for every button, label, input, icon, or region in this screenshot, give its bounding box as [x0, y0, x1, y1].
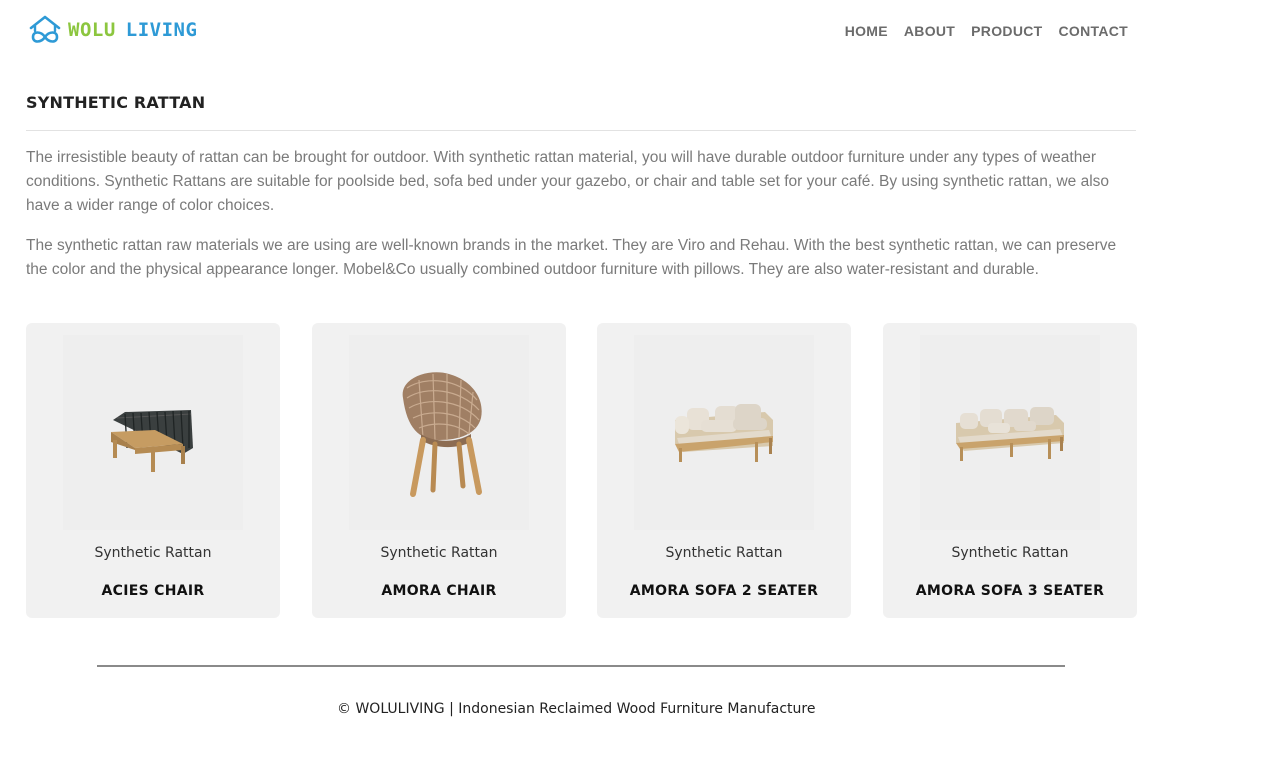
product-image[interactable]: [63, 335, 243, 530]
logo-word-wolu: WOLU: [68, 19, 116, 41]
site-header: WOLU LIVING HOME ABOUT PRODUCT CONTACT: [0, 0, 1287, 66]
nav-contact[interactable]: CONTACT: [1059, 23, 1129, 39]
nav-about[interactable]: ABOUT: [904, 23, 955, 39]
product-name[interactable]: AMORA SOFA 2 SEATER: [597, 583, 851, 599]
product-grid: Synthetic Rattan ACIES CHAIR Synthetic R…: [26, 323, 1137, 618]
intro-paragraph: The irresistible beauty of rattan can be…: [26, 149, 1110, 214]
black-rattan-chair-image: [111, 409, 193, 472]
product-name[interactable]: ACIES CHAIR: [26, 583, 280, 599]
two-seater-sofa-image: [675, 403, 773, 462]
page-title: SYNTHETIC RATTAN: [26, 93, 206, 112]
product-card-amora-sofa-3-seater[interactable]: Synthetic Rattan AMORA SOFA 3 SEATER: [883, 323, 1137, 618]
product-image[interactable]: [920, 335, 1100, 530]
brown-rattan-chair-image: [402, 371, 482, 497]
three-seater-sofa-image: [956, 406, 1064, 461]
main-nav: HOME ABOUT PRODUCT CONTACT: [845, 23, 1128, 39]
product-card-amora-chair[interactable]: Synthetic Rattan AMORA CHAIR: [312, 323, 566, 618]
footer-divider: [97, 665, 1065, 667]
product-image[interactable]: [634, 335, 814, 530]
product-category: Synthetic Rattan: [665, 545, 783, 561]
nav-product[interactable]: PRODUCT: [971, 23, 1042, 39]
logo-text: WOLU LIVING: [68, 19, 197, 41]
product-card-amora-sofa-2-seater[interactable]: Synthetic Rattan AMORA SOFA 2 SEATER: [597, 323, 851, 618]
site-logo[interactable]: WOLU LIVING: [28, 14, 197, 46]
product-name[interactable]: AMORA SOFA 3 SEATER: [883, 583, 1137, 599]
logo-house-icon: [29, 15, 61, 43]
product-name[interactable]: AMORA CHAIR: [312, 583, 566, 599]
footer-copyright: © WOLULIVING | Indonesian Reclaimed Wood…: [337, 701, 816, 717]
product-card-acies-chair[interactable]: Synthetic Rattan ACIES CHAIR: [26, 323, 280, 618]
materials-paragraph: The synthetic rattan raw materials we ar…: [26, 237, 1117, 278]
product-category: Synthetic Rattan: [380, 545, 498, 561]
logo-word-living: LIVING: [125, 19, 198, 41]
nav-home[interactable]: HOME: [845, 23, 888, 39]
product-category: Synthetic Rattan: [951, 545, 1069, 561]
title-divider: [26, 130, 1136, 131]
product-category: Synthetic Rattan: [94, 545, 212, 561]
product-image[interactable]: [349, 335, 529, 530]
